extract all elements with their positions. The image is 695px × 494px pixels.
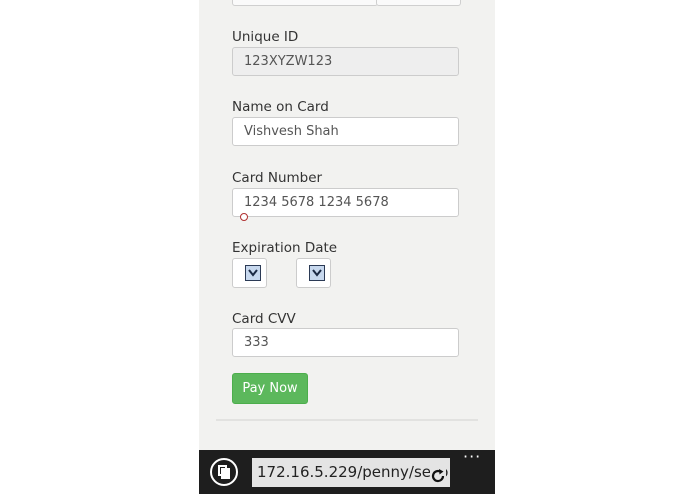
previous-field-left[interactable] bbox=[232, 0, 378, 6]
unique-id-label: Unique ID bbox=[232, 29, 299, 45]
pay-now-button[interactable]: Pay Now bbox=[232, 373, 308, 404]
text-caret-handle[interactable] bbox=[240, 213, 248, 221]
refresh-icon[interactable] bbox=[430, 465, 446, 483]
card-number-field[interactable]: 1234 5678 1234 5678 bbox=[232, 188, 459, 217]
expiration-month-select[interactable] bbox=[232, 258, 267, 288]
chevron-down-icon bbox=[309, 265, 325, 281]
expiration-date-label: Expiration Date bbox=[232, 240, 338, 256]
card-cvv-label: Card CVV bbox=[232, 311, 296, 327]
chevron-down-icon bbox=[245, 265, 261, 281]
previous-field-row bbox=[232, 0, 461, 6]
address-text: 172.16.5.229/penny/seco bbox=[257, 463, 449, 481]
name-on-card-field[interactable]: Vishvesh Shah bbox=[232, 117, 459, 146]
previous-field-right[interactable] bbox=[376, 0, 461, 6]
card-number-label: Card Number bbox=[232, 170, 323, 186]
browser-address-bar: 172.16.5.229/penny/seco ··· bbox=[199, 449, 495, 494]
tabs-icon[interactable] bbox=[210, 458, 238, 486]
unique-id-field[interactable]: 123XYZW123 bbox=[232, 47, 459, 76]
card-cvv-field[interactable]: 333 bbox=[232, 328, 459, 357]
expiration-year-select[interactable] bbox=[296, 258, 331, 288]
mobile-browser-viewport: Unique ID 123XYZW123 Name on Card Vishve… bbox=[199, 0, 495, 494]
divider bbox=[216, 419, 478, 421]
more-icon[interactable]: ··· bbox=[463, 449, 483, 465]
name-on-card-label: Name on Card bbox=[232, 99, 329, 115]
address-field[interactable]: 172.16.5.229/penny/seco bbox=[252, 458, 450, 487]
